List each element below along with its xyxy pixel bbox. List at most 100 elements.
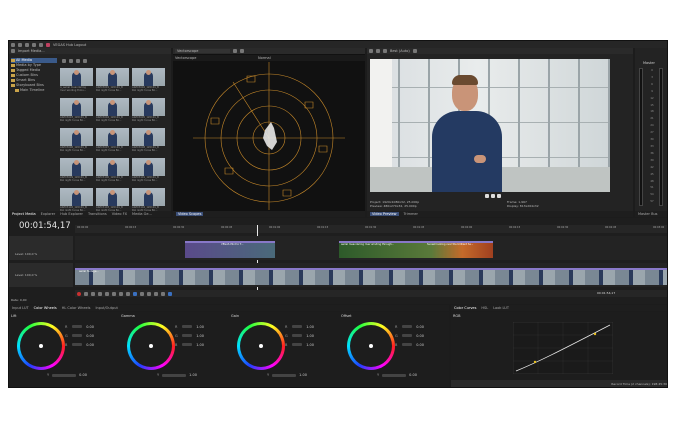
track-level-2[interactable]: Level: 100,0 % bbox=[15, 273, 37, 277]
overlay-icon[interactable] bbox=[383, 49, 387, 53]
split-icon[interactable] bbox=[154, 291, 158, 296]
snap-icon[interactable] bbox=[168, 291, 172, 296]
media-thumbnail[interactable]: A0ZX3104_120101_B KIA night hi-res Bo... bbox=[132, 188, 165, 211]
color-wheel[interactable] bbox=[347, 322, 395, 370]
channel-value[interactable]: 0.00 bbox=[414, 325, 424, 329]
copy-snapshot-icon[interactable] bbox=[412, 49, 417, 53]
channel-slider[interactable] bbox=[402, 343, 412, 346]
pause-icon[interactable] bbox=[491, 194, 495, 198]
media-thumbnail[interactable]: A0ZX3096_120101_B KIA night hi-res Bo... bbox=[60, 128, 93, 156]
channel-slider[interactable] bbox=[182, 343, 192, 346]
color-wheel[interactable] bbox=[127, 322, 175, 370]
import-icon[interactable] bbox=[11, 49, 15, 53]
tree-item-main-timeline[interactable]: Main Timeline bbox=[11, 88, 57, 93]
color-wheel[interactable] bbox=[237, 322, 285, 370]
tab-hsl[interactable]: HSL bbox=[481, 306, 488, 310]
tab-explorer[interactable]: Explorer bbox=[41, 212, 56, 216]
track-level-1[interactable]: Level: 100,0 % bbox=[15, 252, 37, 256]
tab-look-lut[interactable]: Look LUT bbox=[493, 306, 509, 310]
channel-value[interactable]: 0.00 bbox=[84, 325, 94, 329]
pause-icon[interactable] bbox=[105, 291, 109, 296]
media-thumbnail[interactable]: A0ZX3102_120101_B KIA night hi-res Bo... bbox=[60, 188, 93, 211]
wheel-handle[interactable] bbox=[259, 344, 263, 348]
channel-value[interactable]: 1.00 bbox=[194, 325, 204, 329]
media-thumbnail[interactable]: A_aerial meandering river winding throu..… bbox=[60, 68, 93, 96]
channel-value[interactable]: 1.00 bbox=[304, 325, 314, 329]
tab-hub-explorer[interactable]: Hub Explorer bbox=[60, 212, 83, 216]
timeline-clip[interactable]: aerial meandering river winding through.… bbox=[339, 241, 493, 258]
luma-value[interactable]: 0.00 bbox=[79, 373, 87, 377]
wheel-handle[interactable] bbox=[39, 344, 43, 348]
channel-value[interactable]: 1.00 bbox=[194, 343, 204, 347]
rgb-curve-graph[interactable] bbox=[513, 322, 613, 374]
settings-icon[interactable] bbox=[233, 49, 237, 53]
tab-project-media[interactable]: Project Media bbox=[12, 212, 36, 216]
channel-value[interactable]: 0.00 bbox=[84, 343, 94, 347]
media-thumbnail[interactable]: A0ZX3093_120101_B KIA night hi-res Bo... bbox=[60, 98, 93, 126]
next-frame-icon[interactable] bbox=[126, 291, 130, 296]
scope-type-dropdown[interactable]: Vectorscope bbox=[175, 49, 230, 53]
play-icon[interactable] bbox=[98, 291, 102, 296]
play-icon[interactable] bbox=[62, 59, 66, 63]
vegas-hub-icon[interactable] bbox=[46, 42, 50, 47]
save-icon[interactable] bbox=[25, 42, 29, 47]
luma-slider[interactable] bbox=[52, 373, 77, 377]
tab-trimmer[interactable]: Trimmer bbox=[404, 212, 418, 216]
timeline-clip[interactable]: aerial footage... bbox=[75, 268, 667, 285]
media-thumbnail[interactable]: A0ZX3094_120101_B KIA night hi-res Bo... bbox=[96, 98, 129, 126]
stop-icon[interactable] bbox=[112, 291, 116, 296]
record-icon[interactable] bbox=[77, 291, 81, 296]
open-icon[interactable] bbox=[18, 42, 22, 47]
channel-slider[interactable] bbox=[292, 334, 302, 337]
channel-slider[interactable] bbox=[402, 334, 412, 337]
wheel-handle[interactable] bbox=[149, 344, 153, 348]
tab-transitions[interactable]: Transitions bbox=[88, 212, 107, 216]
envelope-tool-icon[interactable] bbox=[140, 291, 144, 296]
tab-input-output[interactable]: Input/Output bbox=[95, 306, 117, 310]
import-media-button[interactable]: Import Media... bbox=[18, 49, 45, 53]
stop-icon[interactable] bbox=[69, 59, 73, 63]
tab-video-preview[interactable]: Video Preview bbox=[370, 212, 399, 216]
timeline-clip[interactable]: VEGAS Pilot to T... bbox=[185, 241, 275, 258]
settings-icon[interactable] bbox=[369, 49, 373, 53]
channel-slider[interactable] bbox=[72, 325, 82, 328]
view-icon[interactable] bbox=[76, 59, 80, 63]
channel-value[interactable]: 0.00 bbox=[84, 334, 94, 338]
preview-quality-dropdown[interactable]: Best (Auto) bbox=[390, 49, 410, 53]
tab-video-scopes[interactable]: Video Scopes bbox=[176, 212, 204, 216]
channel-slider[interactable] bbox=[182, 334, 192, 337]
channel-value[interactable]: 0.00 bbox=[414, 334, 424, 338]
tab-media-generators[interactable]: Media Ge... bbox=[132, 212, 152, 216]
tab-color-curves[interactable]: Color Curves bbox=[454, 306, 476, 310]
luma-value[interactable]: 0.00 bbox=[409, 373, 417, 377]
color-wheel[interactable] bbox=[17, 322, 65, 370]
media-thumbnail[interactable]: A0ZX3100_120101_B KIA night hi-res Bo... bbox=[96, 158, 129, 186]
media-thumbnail[interactable]: A0ZX3098_120101_B KIA night hi-res Bo... bbox=[132, 128, 165, 156]
channel-slider[interactable] bbox=[292, 325, 302, 328]
video-track-header-2[interactable]: Level: 100,0 % bbox=[9, 263, 73, 287]
luma-value[interactable]: 1.00 bbox=[189, 373, 197, 377]
normal-edit-tool-icon[interactable] bbox=[133, 291, 137, 296]
channel-slider[interactable] bbox=[292, 343, 302, 346]
media-thumbnail[interactable]: A0ZX3097_120101_B KIA night hi-res Bo... bbox=[96, 128, 129, 156]
channel-value[interactable]: 1.00 bbox=[304, 334, 314, 338]
channel-value[interactable]: 1.00 bbox=[304, 343, 314, 347]
luma-slider[interactable] bbox=[382, 373, 407, 377]
search-icon[interactable] bbox=[83, 59, 87, 63]
luma-slider[interactable] bbox=[272, 373, 297, 377]
refresh-icon[interactable] bbox=[240, 49, 244, 53]
video-track-header-1[interactable]: Level: 100,0 % bbox=[9, 236, 73, 260]
tab-input-lut[interactable]: Input LUT bbox=[12, 306, 29, 310]
tab-color-wheels[interactable]: Color Wheels bbox=[34, 306, 57, 310]
channel-slider[interactable] bbox=[72, 343, 82, 346]
media-thumbnail[interactable]: A0ZX3101_120101_B KIA night hi-res Bo... bbox=[132, 158, 165, 186]
redo-icon[interactable] bbox=[39, 42, 43, 47]
channel-slider[interactable] bbox=[72, 334, 82, 337]
tab-master-bus[interactable]: Master Bus bbox=[638, 212, 658, 216]
trim-icon[interactable] bbox=[161, 291, 165, 296]
media-thumbnail[interactable]: A0ZX3095_120101_B KIA night hi-res Bo... bbox=[132, 98, 165, 126]
tab-hl-color-wheels[interactable]: HL Color Wheels bbox=[62, 306, 91, 310]
wheel-handle[interactable] bbox=[369, 344, 373, 348]
media-thumbnail[interactable]: A0ZX3092_120101_B KIA night hi-res Bo... bbox=[132, 68, 165, 96]
undo-icon[interactable] bbox=[32, 42, 36, 47]
